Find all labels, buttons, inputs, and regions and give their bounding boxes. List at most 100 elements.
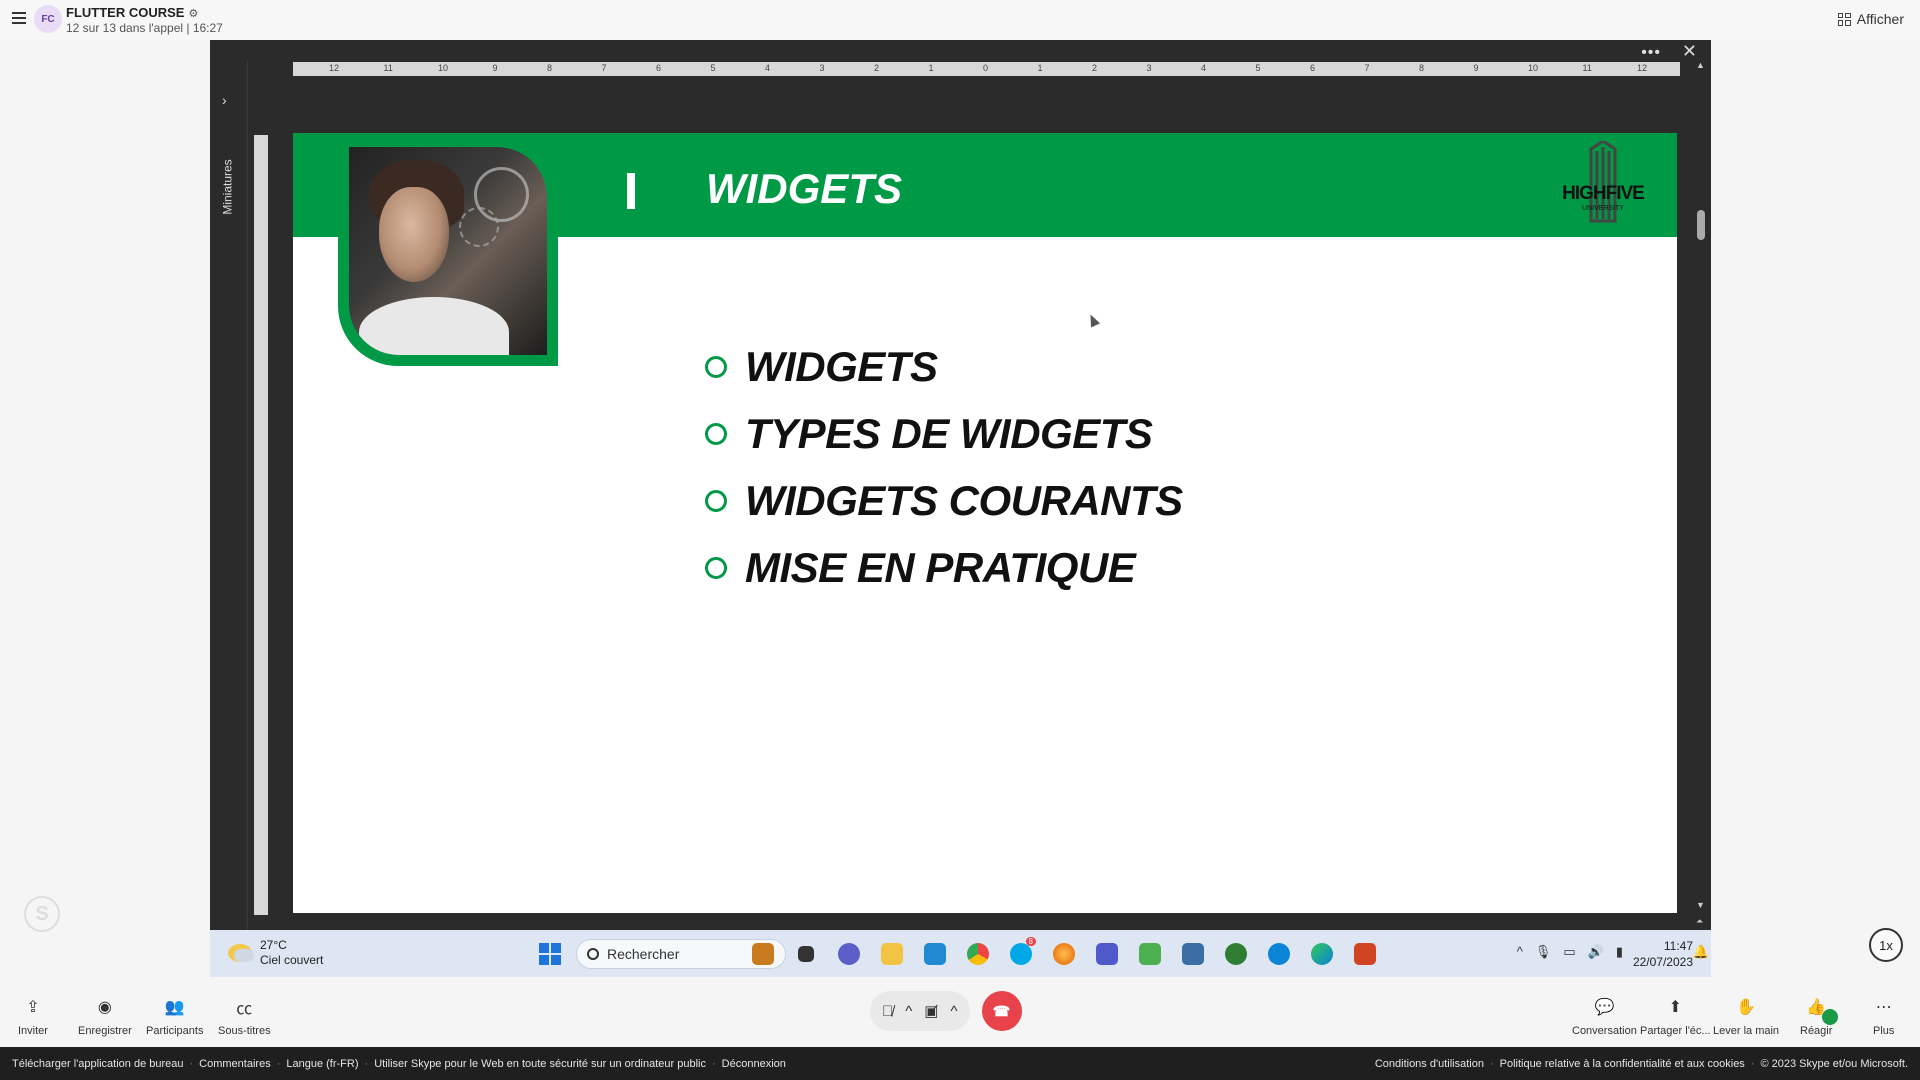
weather-widget[interactable]: 27°C Ciel couvert: [228, 938, 323, 968]
media-controls: 🎙̸ ^ ▣̸ ^ ☎: [870, 991, 1022, 1031]
ruler-tick: 6: [656, 63, 662, 73]
vertical-scrollbar[interactable]: ▲ ▼ ⏶ ⏷: [1695, 60, 1707, 950]
battery-icon[interactable]: ▮: [1616, 944, 1623, 960]
file-explorer-icon[interactable]: [877, 939, 907, 969]
ruler-tick: 9: [1473, 63, 1479, 73]
call-header: FC FLUTTER COURSE ⚙ 12 sur 13 dans l'appe…: [0, 0, 1920, 40]
windows-start-icon[interactable]: [539, 943, 561, 965]
screen-share-view: ••• ✕ › Miniatures 12 11 10 9 8 7 6 5 4 3 2 1 0 1 2 3 4 5…: [210, 40, 1711, 977]
bullet-circle-icon: [705, 355, 727, 378]
chevron-up-icon[interactable]: ^: [950, 1003, 957, 1020]
logo-subtext: UNIVERSITY: [1581, 205, 1624, 212]
remote-desktop-icon[interactable]: [1178, 939, 1208, 969]
ruler-tick: 10: [438, 63, 449, 73]
teams-icon[interactable]: [1092, 939, 1122, 969]
edge-blue-icon[interactable]: [1264, 939, 1294, 969]
slide-title: WIDGETS: [706, 165, 902, 212]
menu-icon[interactable]: [12, 12, 26, 24]
scroll-down-icon[interactable]: ▼: [1696, 900, 1705, 910]
subtitles-button[interactable]: ㏄ Sous-titres: [218, 997, 271, 1037]
volume-icon[interactable]: 🔊: [1588, 944, 1604, 960]
scrollbar-thumb[interactable]: [1697, 210, 1705, 240]
skype-icon[interactable]: 8: [1006, 937, 1036, 969]
participants-button[interactable]: 👥 Participants: [146, 997, 203, 1037]
notification-bell-icon[interactable]: 🔔: [1693, 944, 1709, 960]
chevron-right-icon[interactable]: ›: [222, 92, 227, 108]
footer-link[interactable]: Commentaires: [199, 1058, 271, 1070]
chevron-up-icon[interactable]: ^: [1517, 944, 1523, 960]
footer-link[interactable]: Conditions d'utilisation: [1375, 1058, 1484, 1070]
conversation-button[interactable]: 💬 Conversation: [1572, 997, 1637, 1037]
close-icon[interactable]: ✕: [1682, 41, 1697, 62]
more-options-icon[interactable]: •••: [1641, 44, 1661, 62]
raise-hand-label: Lever la main: [1713, 1025, 1780, 1037]
record-label: Enregistrer: [78, 1025, 132, 1037]
taskbar-clock[interactable]: 11:47 22/07/2023: [1633, 938, 1693, 970]
ruler-tick: 2: [1092, 63, 1098, 73]
call-title-text: FLUTTER COURSE: [66, 5, 185, 20]
bullet-item: WIDGETS COURANTS: [705, 467, 1183, 534]
footer-link[interactable]: Utiliser Skype pour le Web en toute sécu…: [374, 1058, 706, 1070]
bullet-text: WIDGETS COURANTS: [745, 476, 1183, 524]
network-icon[interactable]: [1135, 939, 1165, 969]
taskbar-apps: 8: [748, 937, 1380, 969]
grid-icon: [1837, 12, 1851, 26]
record-icon: ◉: [97, 999, 112, 1016]
invite-button[interactable]: ⇪ Inviter: [18, 997, 48, 1037]
share-screen-icon: ⬆: [1668, 999, 1682, 1016]
edge-icon[interactable]: [1307, 939, 1337, 969]
search-placeholder: Rechercher: [607, 946, 680, 962]
gear-icon[interactable]: ⚙: [188, 8, 198, 20]
ruler-tick: 3: [819, 63, 825, 73]
ruler-tick: 12: [329, 63, 340, 73]
clock-time: 11:47: [1663, 939, 1693, 953]
ruler-tick: 6: [1310, 63, 1316, 73]
task-view-icon[interactable]: [791, 939, 821, 969]
view-button[interactable]: Afficher: [1837, 11, 1904, 27]
invite-label: Inviter: [18, 1025, 48, 1037]
ruler-tick: 3: [1146, 63, 1152, 73]
footer-link[interactable]: Télécharger l'application de bureau: [12, 1058, 184, 1070]
footer-copyright: © 2023 Skype et/ou Microsoft.: [1760, 1057, 1908, 1070]
horizontal-ruler: 12 11 10 9 8 7 6 5 4 3 2 1 0 1 2 3 4 5 6 7 8 9 10 11 12: [293, 62, 1680, 76]
microphone-icon[interactable]: 🎙: [1535, 944, 1552, 960]
scroll-up-icon[interactable]: ▲: [1696, 60, 1705, 70]
edit-badge-icon: [1822, 1009, 1838, 1025]
call-title: FLUTTER COURSE ⚙: [66, 5, 198, 20]
playback-speed-button[interactable]: 1x: [1869, 928, 1903, 962]
raise-hand-button[interactable]: ✋ Lever la main: [1713, 997, 1779, 1037]
react-button[interactable]: 👍 Réagir: [1800, 997, 1838, 1037]
subtitles-label: Sous-titres: [218, 1025, 271, 1037]
briefcase-icon[interactable]: [748, 939, 778, 969]
thumbnails-label[interactable]: Miniatures: [221, 159, 235, 214]
footer-link[interactable]: Politique relative à la confidentialité …: [1500, 1058, 1745, 1070]
vscode-icon[interactable]: [920, 939, 950, 969]
footer-link[interactable]: Langue (fr-FR): [286, 1058, 358, 1070]
record-button[interactable]: ◉ Enregistrer: [78, 997, 132, 1037]
hs-icon[interactable]: [1221, 939, 1251, 969]
more-button[interactable]: ⋯ Plus: [1873, 997, 1894, 1037]
avatar[interactable]: FC: [34, 5, 62, 33]
display-icon[interactable]: ▭: [1563, 944, 1575, 960]
page-up-icon[interactable]: ⏶: [1696, 916, 1703, 927]
chevron-up-icon[interactable]: ^: [905, 1003, 912, 1020]
chrome-icon[interactable]: [963, 939, 993, 969]
closed-captions-icon: ㏄: [236, 1001, 253, 1018]
more-label: Plus: [1873, 1025, 1895, 1037]
chat-bubble-icon: 💬: [1594, 999, 1615, 1016]
ruler-tick: 8: [1419, 63, 1425, 73]
bullet-item: WIDGETS: [705, 333, 1183, 400]
share-screen-button[interactable]: ⬆ Partager l'éc...: [1640, 997, 1711, 1037]
microphone-off-icon[interactable]: 🎙̸: [882, 1003, 893, 1020]
camera-off-icon[interactable]: ▣̸: [924, 1002, 938, 1020]
share-screen-label: Partager l'éc...: [1640, 1025, 1711, 1037]
bullet-circle-icon: [705, 556, 727, 579]
hang-up-button[interactable]: ☎: [981, 991, 1022, 1031]
firefox-icon[interactable]: [1049, 939, 1079, 969]
participants-label: Participants: [146, 1025, 204, 1037]
ruler-tick: 4: [765, 63, 771, 73]
powerpoint-icon[interactable]: [1350, 939, 1380, 969]
footer-link[interactable]: Déconnexion: [722, 1058, 786, 1070]
ruler-tick: 7: [601, 63, 607, 73]
chat-icon[interactable]: [834, 939, 864, 969]
